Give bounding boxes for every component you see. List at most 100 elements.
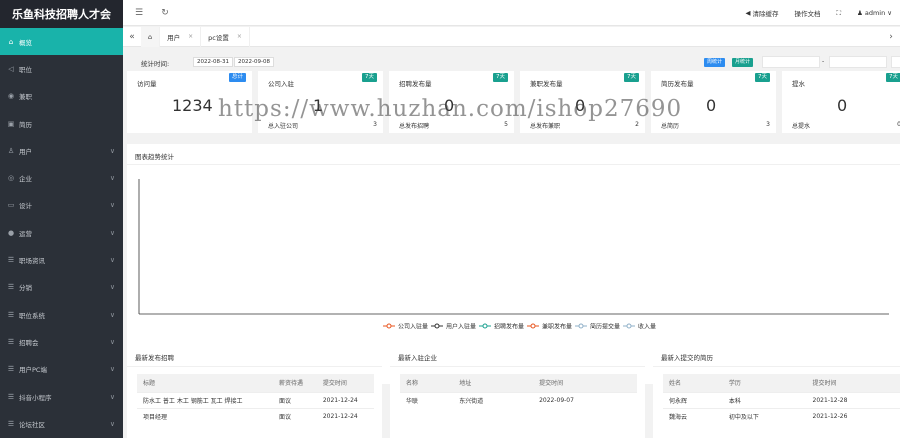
table-header: 名称 — [400, 374, 454, 392]
table-header: 标题 — [137, 374, 273, 392]
system-icon: ☰ — [7, 310, 15, 319]
miniapp-icon: ☰ — [7, 392, 15, 401]
sidebar-item[interactable]: ☰ 职场资讯 ∨ — [0, 246, 123, 273]
sidebar-item[interactable]: ▣ 简历 — [0, 110, 123, 137]
sidebar-item[interactable]: ♙ 用户 ∨ — [0, 137, 123, 164]
sidebar-item-label: 用户PC端 — [19, 366, 47, 375]
stat-card-badge: 总计 — [228, 73, 246, 82]
search-button[interactable] — [891, 56, 900, 68]
stat-card-subtitle: 总入驻公司 — [268, 123, 299, 130]
table-row[interactable]: 华联 东兴街道 2022-09-07 — [400, 391, 637, 408]
table-cell: 东兴街道 — [453, 391, 534, 408]
table-header: 提交时间 — [316, 374, 374, 392]
stat-card-badge: 7天 — [755, 73, 770, 82]
stat-card-number: 0 — [575, 96, 586, 115]
start-date-input[interactable]: 2022-08-31 — [193, 57, 233, 67]
close-icon[interactable]: × — [237, 33, 242, 40]
tabs-scroll-left-icon[interactable]: « — [123, 32, 141, 42]
table-header: 姓名 — [663, 374, 723, 392]
clear-cache-button[interactable]: ◀ 清除缓存 — [745, 8, 778, 18]
sidebar-item-label: 简历 — [19, 120, 32, 129]
legend-marker — [482, 323, 488, 329]
panel-title: 最新入驻企业 — [398, 354, 437, 362]
tab-user[interactable]: 用户 × — [160, 26, 202, 47]
table-row[interactable]: 项目经理 面议 2021-12-24 — [137, 407, 374, 424]
table-cell: 防水工 普工 木工 钢筋工 瓦工 焊接工 — [137, 391, 273, 408]
table-row[interactable]: 魏海云 初中及以下 2021-12-26 — [663, 407, 900, 424]
legend-label: 收入量 — [638, 323, 656, 331]
top-bar: ☰ ↻ ◀ 清除缓存 操作文档 ⛶ ♟ admin ∨ — [123, 0, 900, 26]
stat-card-subtitle: 总发布招聘 — [399, 123, 430, 130]
stat-card: 兼职发布量 7天 0 总发布兼职 2 — [520, 71, 645, 133]
tabs-scroll-right-icon[interactable]: › — [882, 32, 900, 42]
docs-link[interactable]: 操作文档 — [794, 8, 820, 18]
range-start-input[interactable] — [762, 56, 820, 68]
user-menu[interactable]: ♟ admin ∨ — [857, 9, 892, 17]
end-date-input[interactable]: 2022-09-08 — [234, 57, 274, 67]
design-icon: ▭ — [7, 201, 15, 210]
legend-marker — [530, 323, 536, 329]
fullscreen-icon[interactable]: ⛶ — [836, 9, 841, 18]
sidebar-item-label: 抖音小程序 — [19, 393, 52, 402]
sidebar-item[interactable]: ◁ 职位 — [0, 55, 123, 82]
sidebar-item[interactable]: ▭ 设计 ∨ — [0, 192, 123, 219]
broom-icon: ◀ — [745, 9, 751, 17]
sidebar-item[interactable]: ☰ 分销 ∨ — [0, 274, 123, 301]
sidebar-item[interactable]: ☰ 用户PC端 ∨ — [0, 356, 123, 383]
stat-card-count: 3 — [373, 121, 377, 128]
stat-card-subtitle: 总简历 — [661, 123, 680, 130]
document-icon: ▣ — [7, 119, 15, 128]
stat-card-count: 5 — [504, 121, 508, 128]
table-cell: 初中及以下 — [722, 407, 807, 424]
trend-chart: 公司入驻量 用户入驻量 招聘发布量 兼职发布量 简历提交量 收入量 — [138, 179, 889, 331]
stat-card-badge: 7天 — [624, 73, 639, 82]
chevron-down-icon: ∨ — [109, 365, 115, 374]
sidebar: 乐鱼科技招聘人才会 ⌂ 概览 ◁ 职位 ◉ 兼职 ▣ 简历 ♙ 用户 ∨ ◎ 企业 ∨ ▭ 设计 ∨ ● 运营 ∨ ☰ 职… — [0, 0, 123, 438]
sidebar-item-label: 职位 — [19, 65, 32, 74]
latest-jobs-panel: 最新发布招聘 标题 薪资待遇 提交时间 防水工 普工 木工 钢筋工 瓦工 焊接工 面议 2… — [127, 346, 382, 438]
stat-card-number: 0 — [444, 96, 455, 115]
legend-marker — [434, 323, 440, 329]
sidebar-item[interactable]: ⌂ 概览 — [0, 28, 123, 56]
tab-pc-settings[interactable]: pc设置 × — [201, 26, 250, 47]
table-cell: 本科 — [722, 391, 807, 408]
chevron-down-icon: ∨ — [109, 146, 115, 155]
month-stat-button[interactable]: 月统计 — [732, 58, 754, 67]
table-row[interactable]: 何永辉 本科 2021-12-28 — [663, 391, 900, 408]
stat-card-badge: 7天 — [493, 73, 508, 82]
stat-filter: 统计时间: 2022-08-31 - 2022-09-08 周统计 月统计 - — [123, 55, 900, 69]
sidebar-item[interactable]: ☰ 招聘会 ∨ — [0, 328, 123, 355]
sidebar-item[interactable]: ◎ 企业 ∨ — [0, 164, 123, 191]
chevron-down-icon: ∨ — [109, 392, 115, 401]
tab-home[interactable]: ⌂ — [141, 26, 161, 47]
sidebar-item-label: 论坛社区 — [19, 420, 45, 429]
stat-card-title: 提水 — [792, 80, 805, 88]
close-icon[interactable]: × — [188, 33, 193, 40]
chevron-down-icon: ∨ — [109, 228, 115, 237]
sidebar-item[interactable]: ☰ 职位系统 ∨ — [0, 301, 123, 328]
sidebar-item[interactable]: ☰ 论坛社区 ∨ — [0, 410, 123, 437]
stat-card: 访问量 总计 1234 — [127, 71, 252, 133]
sidebar-item-label: 分销 — [19, 284, 32, 293]
stat-card-number: 0 — [706, 96, 717, 115]
sidebar-item-label: 兼职 — [19, 93, 32, 102]
stat-card-title: 招聘发布量 — [399, 80, 432, 88]
legend-marker — [578, 323, 584, 329]
sidebar-item[interactable]: ● 运营 ∨ — [0, 219, 123, 246]
chevron-down-icon: ∨ — [109, 310, 115, 319]
sidebar-nav: ⌂ 概览 ◁ 职位 ◉ 兼职 ▣ 简历 ♙ 用户 ∨ ◎ 企业 ∨ ▭ 设计 ∨ ● 运营 ∨ ☰ 职场资讯 ∨ ☰ 分销 ∨ ☰ 职… — [0, 28, 123, 437]
week-stat-button[interactable]: 周统计 — [704, 58, 726, 67]
sidebar-item-label: 用户 — [19, 147, 32, 156]
panel-title: 最新发布招聘 — [135, 354, 174, 362]
chevron-down-icon: ∨ — [109, 283, 115, 292]
refresh-icon[interactable]: ↻ — [155, 8, 175, 18]
legend-label: 公司入驻量 — [398, 323, 428, 331]
stat-card-badge: 7天 — [362, 73, 377, 82]
sidebar-item[interactable]: ☰ 抖音小程序 ∨ — [0, 383, 123, 410]
range-end-input[interactable] — [829, 56, 887, 68]
sidebar-item[interactable]: ◉ 兼职 — [0, 83, 123, 110]
table-row[interactable]: 防水工 普工 木工 钢筋工 瓦工 焊接工 面议 2021-12-24 — [137, 391, 374, 408]
menu-toggle-icon[interactable]: ☰ — [129, 8, 149, 18]
latest-companies-table: 名称 地址 提交时间 华联 东兴街道 2022-09-07 — [400, 374, 637, 408]
latest-resumes-table: 姓名 学历 提交时间 何永辉 本科 2021-12-28 魏海云 初中及以下 2021-12-2… — [663, 374, 900, 424]
